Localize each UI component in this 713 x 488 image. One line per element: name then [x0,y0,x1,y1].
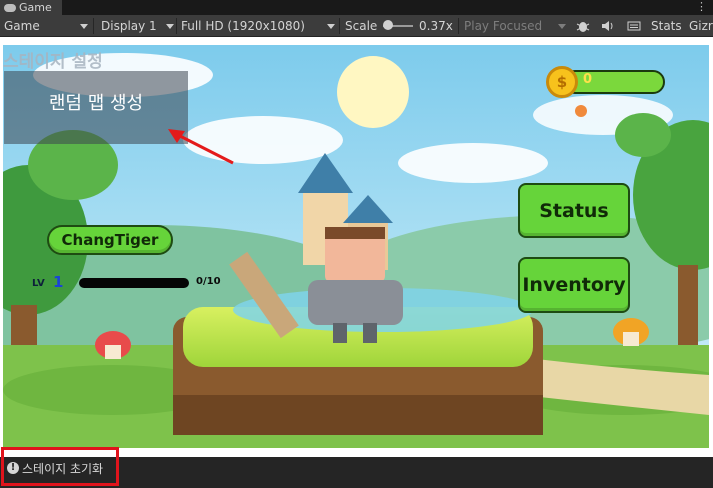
scale-label: Scale [345,19,378,33]
display-mode-label: Game [4,19,40,33]
tab-bar: Game ⋮ [0,0,713,15]
more-options-icon[interactable]: ⋮ [696,0,707,14]
chevron-down-icon [327,24,335,29]
gamepad-icon [4,3,16,12]
exp-progress-bar [79,278,189,288]
stage-settings-title: 스테이지 설정 [3,52,103,72]
console-status-bar[interactable]: ! 스테이지 초기화 [0,457,713,488]
status-message: 스테이지 초기화 [22,462,104,476]
play-mode-label: Play Focused [464,19,543,33]
status-button[interactable]: Status [518,183,630,238]
warning-icon: ! [7,462,19,474]
coin-value: 0 [583,72,593,87]
display-mode-dropdown[interactable]: Game [4,15,90,37]
scale-value: 0.37x [419,19,453,33]
coin-icon: $ [546,66,578,98]
chevron-down-icon [80,24,88,29]
chevron-down-icon [558,24,566,29]
level-label: LV [32,278,45,289]
game-toolbar: Game Display 1 Full HD (1920x1080) Scale… [0,15,713,37]
tab-game[interactable]: Game [0,0,62,15]
exp-text: 0/10 [196,276,221,287]
resolution-dropdown[interactable]: Full HD (1920x1080) [181,15,337,37]
coin-bar [563,70,665,94]
gizmos-button[interactable]: Gizr [689,15,713,37]
player-name-label: ChangTiger [61,231,159,249]
stats-button[interactable]: Stats [651,15,682,37]
keyboard-icon[interactable] [627,19,641,33]
resolution-label: Full HD (1920x1080) [181,19,305,33]
scale-slider-handle[interactable] [383,20,393,30]
divider [458,18,459,34]
level-value: 1 [53,273,64,291]
divider [339,18,340,34]
random-map-button-label: 랜덤 맵 생성 [48,92,144,114]
play-mode-dropdown[interactable]: Play Focused [464,15,564,37]
divider [93,18,94,34]
player-name-button[interactable]: ChangTiger [47,225,173,255]
display-dropdown[interactable]: Display 1 [101,15,175,37]
display-label: Display 1 [101,19,157,33]
unity-editor-root: Game ⋮ Game Display 1 Full HD (1920x1080… [0,0,713,488]
random-map-button[interactable]: 랜덤 맵 생성 [4,71,188,144]
tab-game-label: Game [19,1,52,14]
inventory-button-label: Inventory [522,274,626,296]
inventory-button[interactable]: Inventory [518,257,630,313]
status-button-label: Status [539,199,609,222]
divider [176,18,177,34]
game-view[interactable]: 스테이지 설정 랜덤 맵 생성 $ 0 ChangTiger LV 1 0/10… [3,45,709,448]
bug-icon[interactable] [576,19,590,33]
chevron-down-icon [166,24,174,29]
speaker-icon[interactable] [600,19,614,33]
